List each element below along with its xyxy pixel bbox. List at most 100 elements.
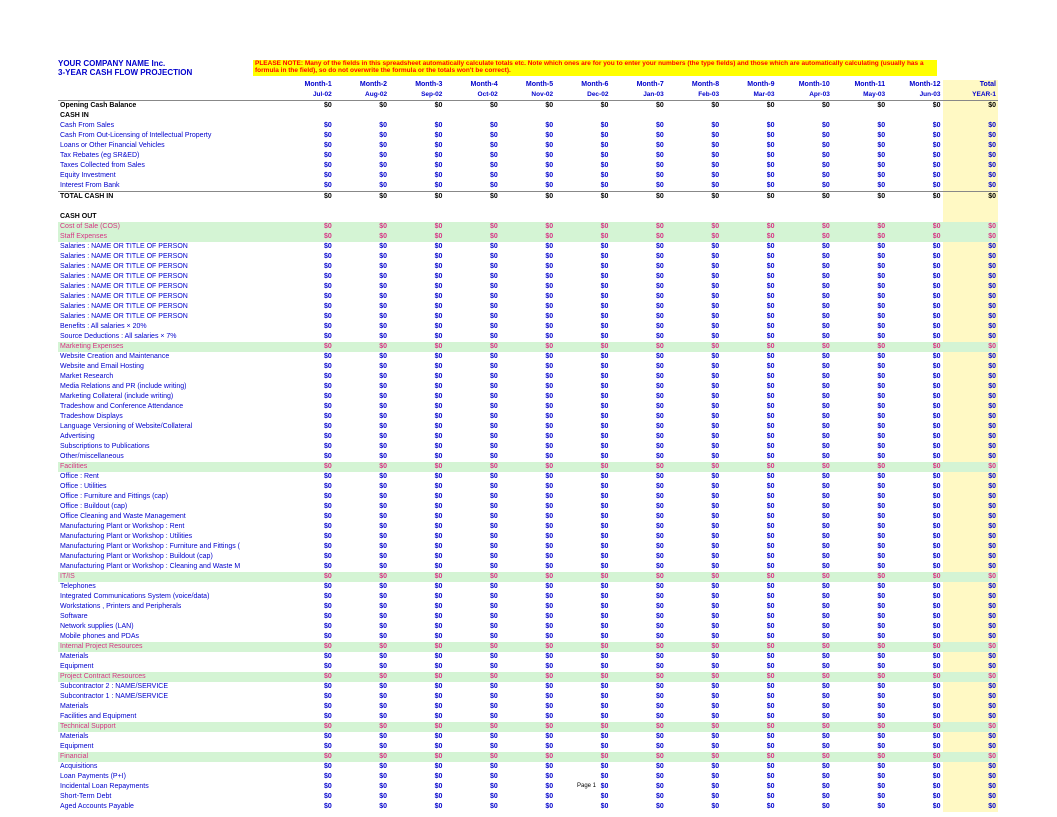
cell-value: $0 <box>943 181 998 192</box>
row-label: Facilities <box>58 462 278 472</box>
page-footer: Page 1 <box>58 783 1057 789</box>
cell-value: $0 <box>610 532 665 542</box>
row-label: Salaries : NAME OR TITLE OF PERSON <box>58 292 278 302</box>
cell-value: $0 <box>832 672 887 682</box>
cell-value: $0 <box>389 752 444 762</box>
cell-value: $0 <box>666 422 721 432</box>
cell-value: $0 <box>943 292 998 302</box>
cell-value <box>943 212 998 222</box>
cell-value: $0 <box>444 472 499 482</box>
cell-value: $0 <box>334 502 389 512</box>
row-label: IT/IS <box>58 572 278 582</box>
cell-value: $0 <box>887 502 942 512</box>
cell-value: $0 <box>776 171 831 181</box>
cell-value: $0 <box>555 572 610 582</box>
cell-value: $0 <box>610 302 665 312</box>
cell-value: $0 <box>776 100 831 111</box>
cell-value: $0 <box>278 342 333 352</box>
row-label: Marketing Expenses <box>58 342 278 352</box>
cell-value: $0 <box>334 372 389 382</box>
cell-value: $0 <box>776 392 831 402</box>
cell-value: $0 <box>832 802 887 812</box>
cell-value: $0 <box>832 512 887 522</box>
cell-value: $0 <box>721 472 776 482</box>
cell-value: $0 <box>500 252 555 262</box>
cell-value: $0 <box>666 652 721 662</box>
cell-value: $0 <box>334 302 389 312</box>
row-label: Subcontractor 1 : NAME/SERVICE <box>58 692 278 702</box>
cell-value <box>887 212 942 222</box>
cell-value: $0 <box>887 592 942 602</box>
cell-value <box>666 212 721 222</box>
cell-value: $0 <box>555 242 610 252</box>
cell-value: $0 <box>555 292 610 302</box>
cell-value <box>610 111 665 121</box>
cell-value: $0 <box>776 322 831 332</box>
cell-value: $0 <box>610 662 665 672</box>
cell-value: $0 <box>943 282 998 292</box>
cell-value: $0 <box>444 232 499 242</box>
cell-value: $0 <box>555 602 610 612</box>
cell-value: $0 <box>555 802 610 812</box>
cell-value: $0 <box>832 141 887 151</box>
cell-value: $0 <box>776 792 831 802</box>
cell-value: $0 <box>887 682 942 692</box>
cell-value: $0 <box>555 442 610 452</box>
cell-value: $0 <box>776 772 831 782</box>
cell-value: $0 <box>776 272 831 282</box>
cell-value: $0 <box>389 672 444 682</box>
cell-value <box>776 212 831 222</box>
cell-value: $0 <box>887 672 942 682</box>
cell-value: $0 <box>887 632 942 642</box>
cell-value: $0 <box>943 362 998 372</box>
cell-value: $0 <box>943 462 998 472</box>
cell-value: $0 <box>943 612 998 622</box>
cell-value: $0 <box>832 552 887 562</box>
cell-value: $0 <box>555 682 610 692</box>
cell-value: $0 <box>776 282 831 292</box>
cell-value: $0 <box>943 752 998 762</box>
cell-value: $0 <box>278 592 333 602</box>
cell-value: $0 <box>943 272 998 282</box>
cell-value: $0 <box>389 802 444 812</box>
cell-value: $0 <box>943 522 998 532</box>
cell-value: $0 <box>334 652 389 662</box>
cell-value: $0 <box>721 692 776 702</box>
cell-value: $0 <box>666 492 721 502</box>
cell-value: $0 <box>943 502 998 512</box>
cell-value: $0 <box>334 582 389 592</box>
cell-value: $0 <box>610 462 665 472</box>
cell-value: $0 <box>278 762 333 772</box>
cell-value: $0 <box>278 352 333 362</box>
cell-value: $0 <box>334 722 389 732</box>
cell-value: $0 <box>721 482 776 492</box>
cell-value: $0 <box>278 602 333 612</box>
row-label <box>58 202 278 212</box>
cell-value: $0 <box>389 242 444 252</box>
cell-value: $0 <box>334 422 389 432</box>
cell-value: $0 <box>278 312 333 322</box>
cell-value: $0 <box>721 602 776 612</box>
cell-value: $0 <box>887 542 942 552</box>
cell-value: $0 <box>721 802 776 812</box>
cell-value: $0 <box>887 792 942 802</box>
col-header-date: Apr-03 <box>776 90 831 101</box>
cell-value: $0 <box>666 362 721 372</box>
cell-value: $0 <box>500 191 555 202</box>
cell-value: $0 <box>389 542 444 552</box>
cell-value: $0 <box>278 802 333 812</box>
cell-value: $0 <box>887 272 942 282</box>
cell-value: $0 <box>389 452 444 462</box>
cell-value: $0 <box>500 712 555 722</box>
cell-value: $0 <box>389 181 444 192</box>
cell-value: $0 <box>555 742 610 752</box>
cell-value: $0 <box>278 672 333 682</box>
cell-value: $0 <box>776 622 831 632</box>
cell-value: $0 <box>832 452 887 462</box>
cell-value: $0 <box>721 181 776 192</box>
cell-value: $0 <box>500 672 555 682</box>
cell-value: $0 <box>943 532 998 542</box>
cell-value: $0 <box>610 752 665 762</box>
cell-value: $0 <box>278 242 333 252</box>
cell-value: $0 <box>444 342 499 352</box>
